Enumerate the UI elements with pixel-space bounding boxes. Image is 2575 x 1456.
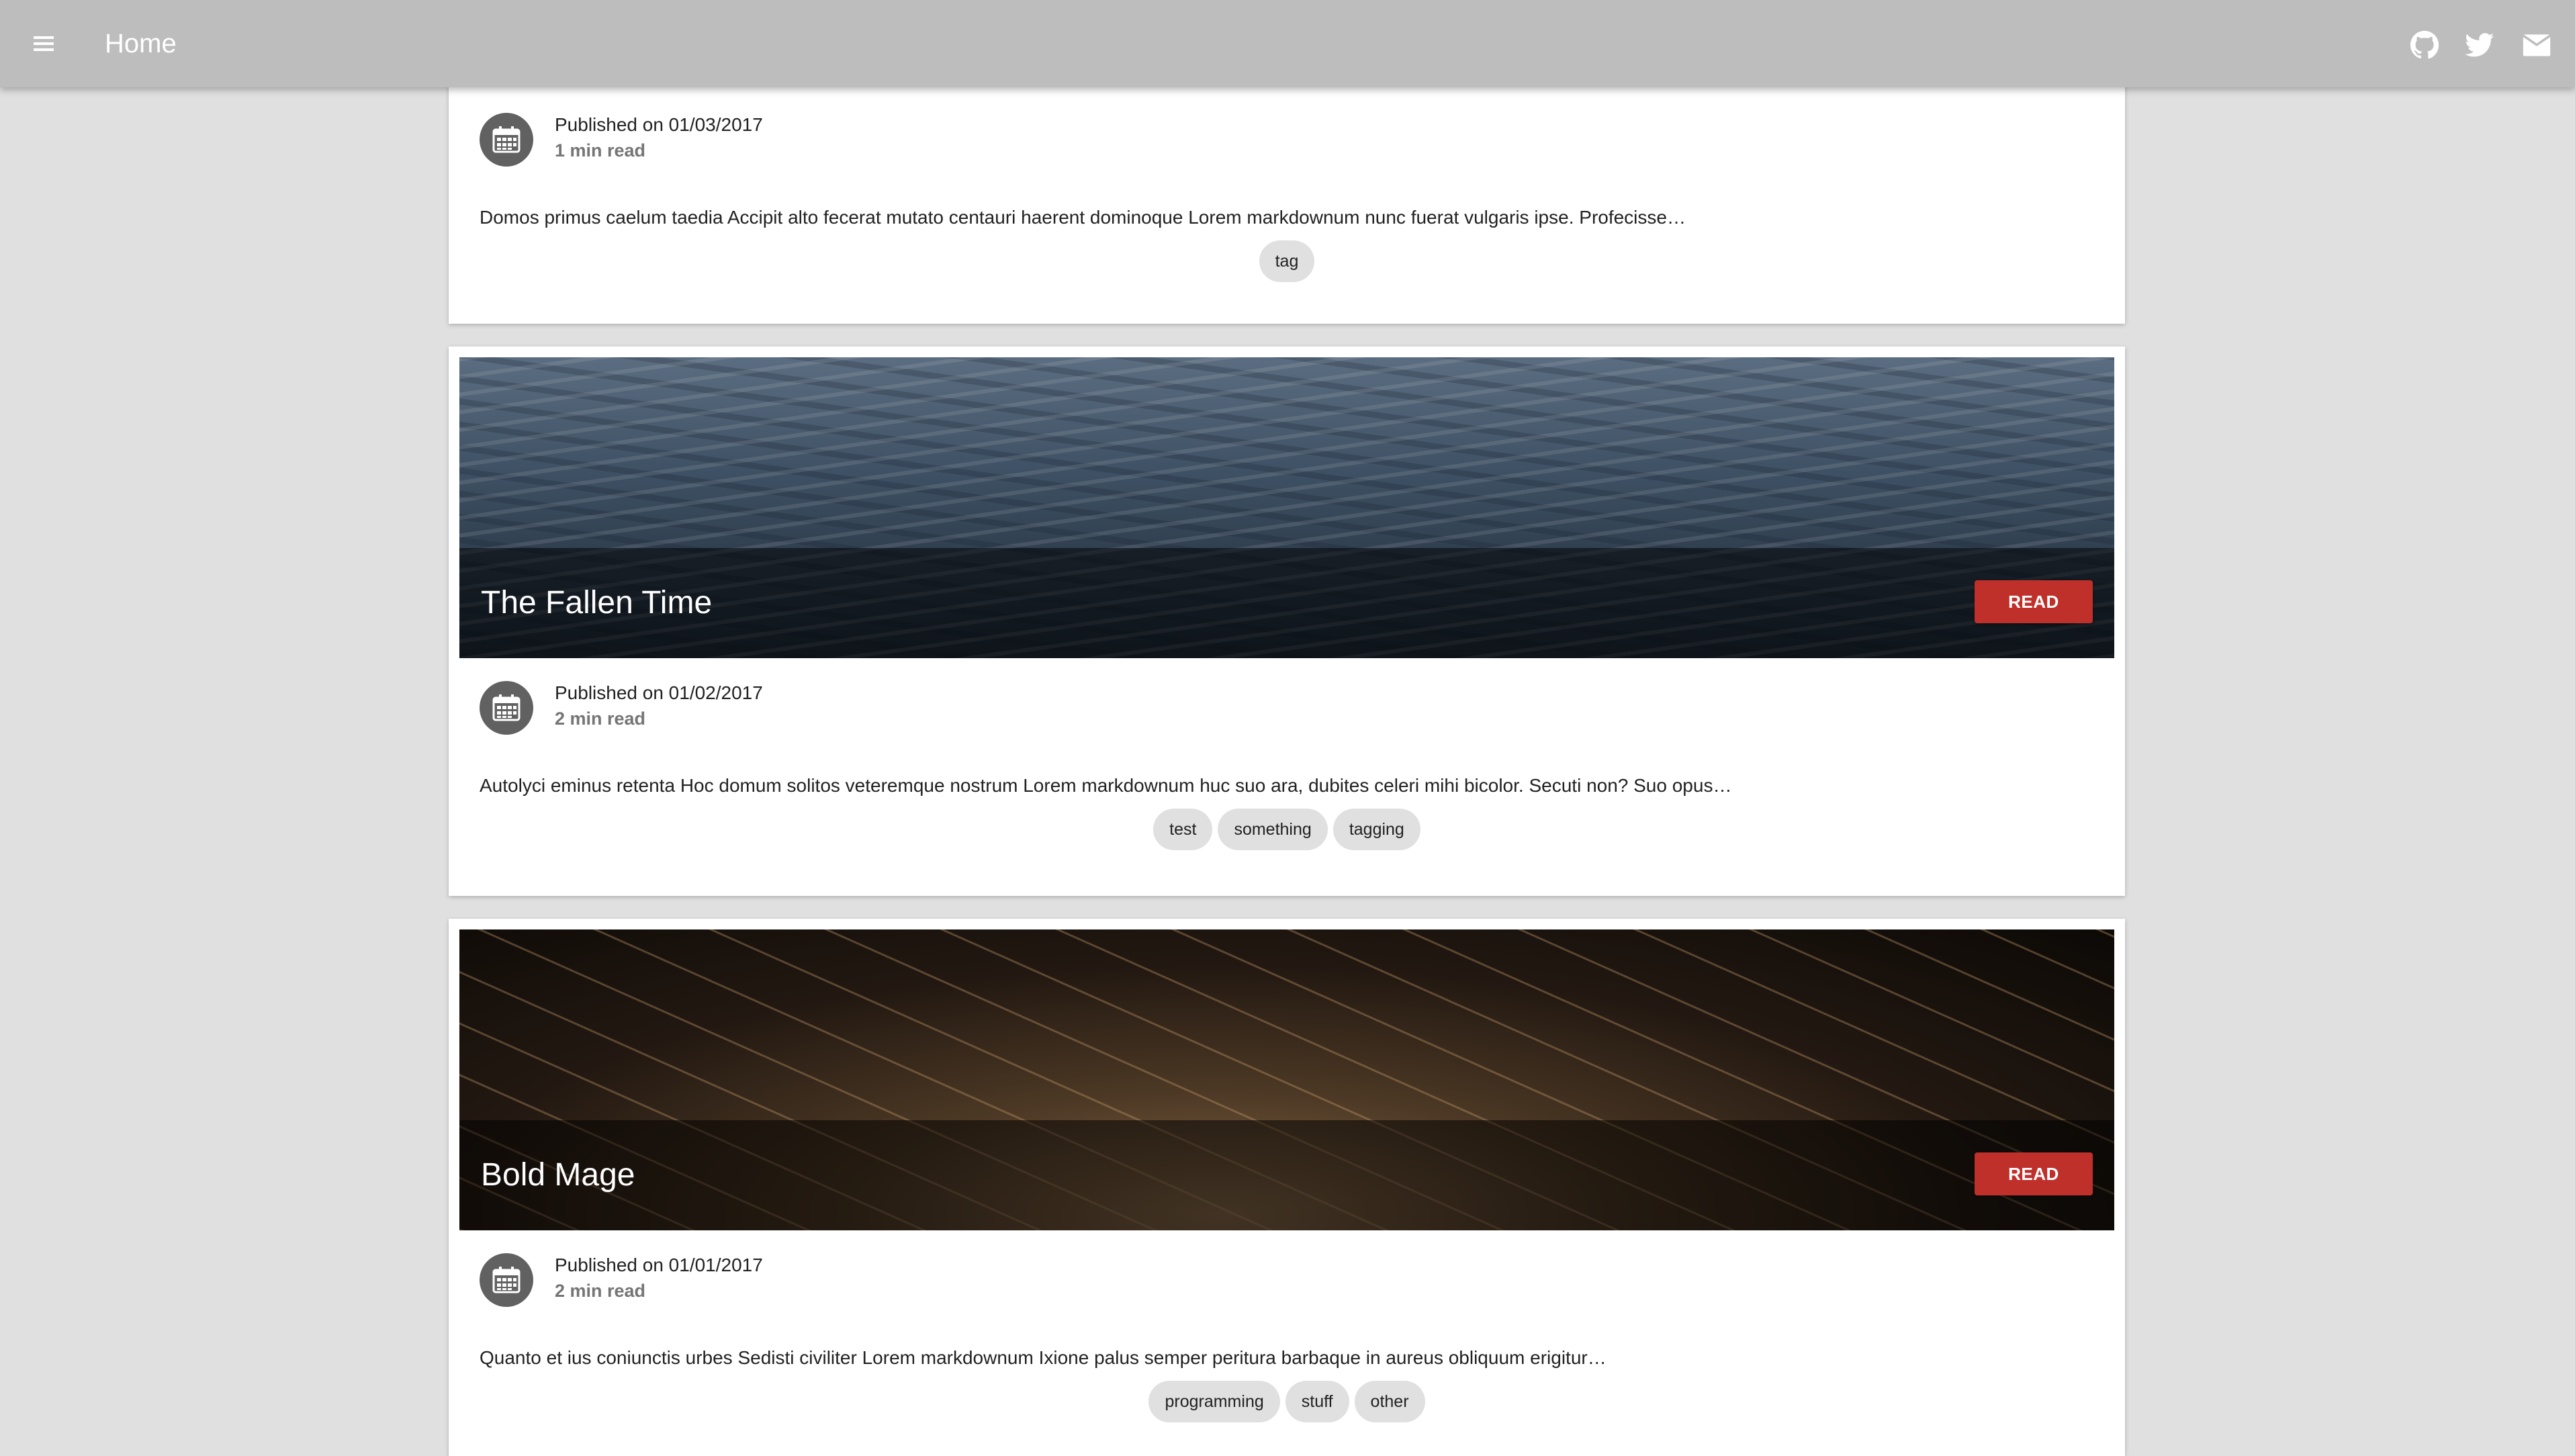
published-date: Published on 01/02/2017 — [555, 682, 763, 703]
read-time: 2 min read — [555, 709, 646, 729]
calendar-icon — [480, 681, 533, 735]
tag-chip[interactable]: tagging — [1332, 809, 1420, 850]
read-button[interactable]: Read — [1975, 580, 2093, 623]
tag-chip[interactable]: tag — [1259, 240, 1315, 282]
tag-chip[interactable]: other — [1354, 1381, 1425, 1422]
read-button[interactable]: Read — [1975, 1152, 2093, 1195]
tag-list: tag — [449, 240, 2125, 282]
post-hero-image: Bold Mage Read — [459, 929, 2114, 1230]
tag-chip[interactable]: programming — [1148, 1381, 1280, 1422]
post-excerpt: Quanto et ius coniunctis urbes Sedisti c… — [480, 1347, 1607, 1368]
read-time: 2 min read — [555, 1281, 646, 1301]
post-hero-image: The Fallen Time Read — [459, 357, 2114, 658]
email-icon[interactable] — [2520, 30, 2554, 60]
post-card: Bold Mage Read Published on 01/01/2017 2… — [449, 919, 2125, 1456]
tag-chip[interactable]: something — [1218, 809, 1328, 850]
post-title: Bold Mage — [481, 1157, 635, 1193]
calendar-icon — [480, 113, 533, 167]
app-bar: Home — [0, 0, 2575, 87]
social-links — [2410, 30, 2554, 60]
published-date: Published on 01/03/2017 — [555, 114, 763, 135]
tag-list: test something tagging — [449, 809, 2125, 850]
hero-overlay — [459, 1120, 2114, 1230]
published-date: Published on 01/01/2017 — [555, 1255, 763, 1275]
tag-chip[interactable]: stuff — [1285, 1381, 1349, 1422]
twitter-icon[interactable] — [2465, 30, 2494, 60]
read-time: 1 min read — [555, 140, 646, 161]
post-excerpt: Domos primus caelum taedia Accipit alto … — [480, 207, 1686, 228]
calendar-icon — [480, 1253, 533, 1307]
tag-chip[interactable]: test — [1153, 809, 1213, 850]
post-card: The Fallen Time Read Published on 01/02/… — [449, 347, 2125, 896]
github-icon[interactable] — [2410, 30, 2439, 60]
post-excerpt: Autolyci eminus retenta Hoc domum solito… — [480, 775, 1732, 796]
post-title: The Fallen Time — [481, 585, 713, 621]
tag-list: programming stuff other — [449, 1381, 2125, 1422]
menu-icon[interactable] — [30, 30, 58, 58]
page-title: Home — [105, 29, 177, 58]
